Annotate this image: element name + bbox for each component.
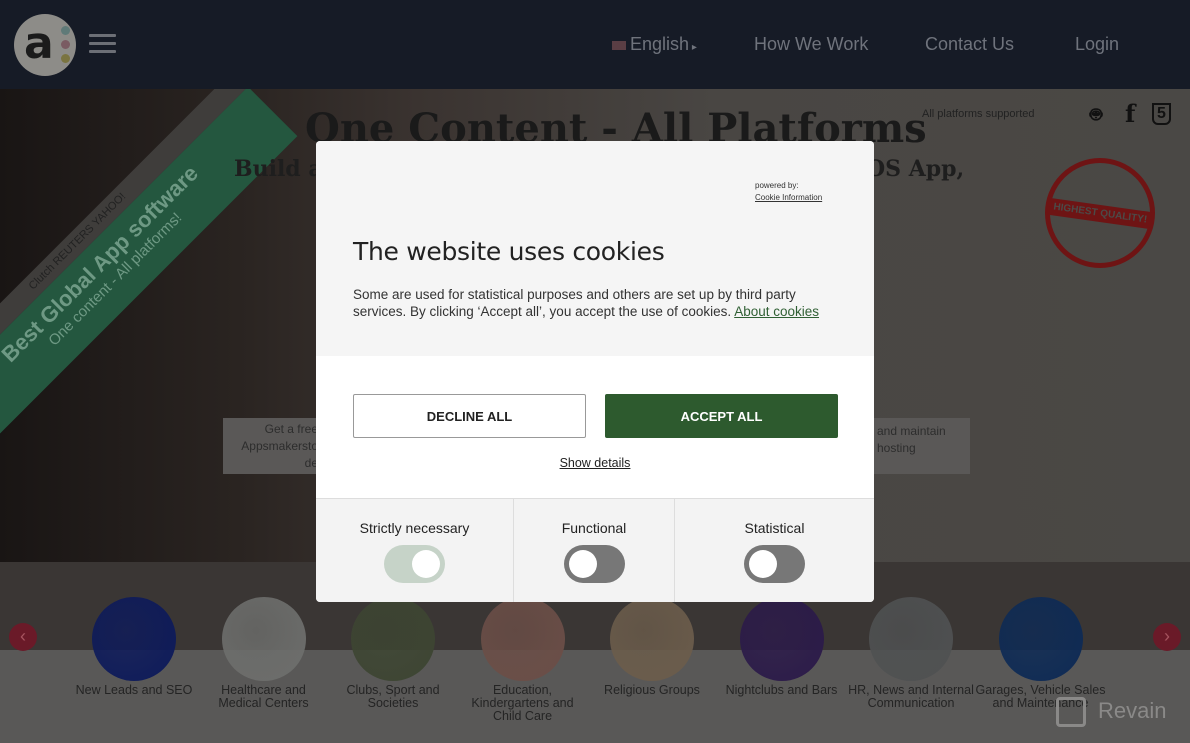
android-icon: 🤖︎: [1090, 104, 1102, 126]
toggle-strictly-necessary: Strictly necessary: [316, 498, 514, 602]
cookie-consent-dialog: powered by: Cookie Information The websi…: [316, 141, 874, 602]
stamp-text: HIGHEST QUALITY!: [1048, 197, 1152, 229]
box-line: Appsmakersto: [241, 439, 318, 453]
decline-all-button[interactable]: DECLINE ALL: [353, 394, 586, 438]
carousel-prev-button[interactable]: ‹: [9, 623, 37, 651]
watermark-text: Revain: [1098, 697, 1167, 723]
platforms-label: All platforms supported: [922, 108, 1035, 120]
cookie-title: The website uses cookies: [353, 237, 665, 266]
category-image: [869, 597, 953, 681]
powered-by-label: powered by:: [755, 181, 799, 190]
category-item[interactable]: New Leads and SEO: [69, 597, 199, 697]
nav-how-we-work[interactable]: How We Work: [754, 34, 868, 55]
functional-switch[interactable]: [563, 545, 625, 583]
nav-contact-us[interactable]: Contact Us: [925, 34, 1014, 55]
category-item[interactable]: Healthcare and Medical Centers: [199, 597, 329, 710]
category-label: New Leads and SEO: [75, 683, 193, 697]
category-image: [92, 597, 176, 681]
hamburger-menu-icon[interactable]: [89, 34, 116, 54]
category-item[interactable]: Garages, Vehicle Sales and Maintenance: [976, 597, 1106, 710]
category-label: Clubs, Sport and Societies: [346, 683, 440, 710]
toggle-label: Statistical: [744, 520, 805, 536]
feature-box-right: and maintain hosting: [874, 418, 970, 474]
category-image: [351, 597, 435, 681]
category-label: Healthcare and Medical Centers: [218, 683, 309, 710]
category-image: [739, 597, 824, 681]
category-item[interactable]: Nightclubs and Bars: [717, 597, 847, 697]
carousel-next-button[interactable]: ›: [1153, 623, 1181, 651]
box-line: Get a free: [264, 422, 318, 436]
toggle-statistical: Statistical: [675, 498, 874, 602]
category-item[interactable]: Religious Groups: [587, 597, 717, 697]
powered-by: powered by: Cookie Information: [755, 180, 822, 204]
about-cookies-link[interactable]: About cookies: [734, 304, 819, 319]
language-selector[interactable]: English ▸: [612, 34, 697, 55]
caret-right-icon: ▸: [689, 42, 697, 53]
hero-subtitle-end: OS App,: [866, 156, 965, 182]
strictly-necessary-switch: [384, 545, 445, 583]
nav-login[interactable]: Login: [1075, 34, 1119, 55]
category-label: Education, Kindergartens and Child Care: [471, 683, 574, 723]
toggle-functional: Functional: [514, 498, 675, 602]
category-label: Religious Groups: [604, 683, 700, 697]
category-item[interactable]: Education, Kindergartens and Child Care: [458, 597, 588, 723]
category-item[interactable]: Clubs, Sport and Societies: [328, 597, 458, 710]
show-details-link[interactable]: Show details: [316, 456, 874, 470]
category-label: Nightclubs and Bars: [725, 683, 838, 697]
feature-box-left: Get a free Appsmakersto de: [223, 418, 318, 474]
award-ribbon: Clutch REUTERS YAHOO! Best Global App so…: [0, 89, 298, 462]
box-line: and maintain: [877, 424, 946, 438]
category-label: HR, News and Internal Communication: [848, 683, 974, 710]
category-image: [610, 597, 694, 681]
revain-logo-icon: [1056, 697, 1086, 727]
description-text: Some are used for statistical purposes a…: [353, 287, 796, 319]
site-header: a English ▸ How We Work Contact Us Login: [0, 0, 1190, 89]
box-line: hosting: [877, 441, 916, 455]
category-item[interactable]: HR, News and Internal Communication: [846, 597, 976, 710]
facebook-icon: f: [1125, 99, 1136, 128]
statistical-switch[interactable]: [744, 545, 805, 583]
revain-watermark: Revain: [1056, 697, 1166, 727]
accept-all-button[interactable]: ACCEPT ALL: [605, 394, 838, 438]
us-flag-icon: [612, 41, 626, 50]
cookie-description: Some are used for statistical purposes a…: [353, 286, 843, 320]
toggle-label: Strictly necessary: [359, 520, 470, 536]
toggle-label: Functional: [561, 520, 627, 536]
highest-quality-stamp: HIGHEST QUALITY!: [1045, 158, 1155, 268]
site-logo[interactable]: a: [14, 14, 76, 76]
box-line: de: [304, 456, 318, 470]
html5-icon: 5: [1152, 103, 1171, 125]
category-image: [480, 597, 565, 681]
category-image: [998, 597, 1083, 681]
cookie-information-link[interactable]: Cookie Information: [755, 192, 822, 204]
category-image: [221, 597, 306, 681]
